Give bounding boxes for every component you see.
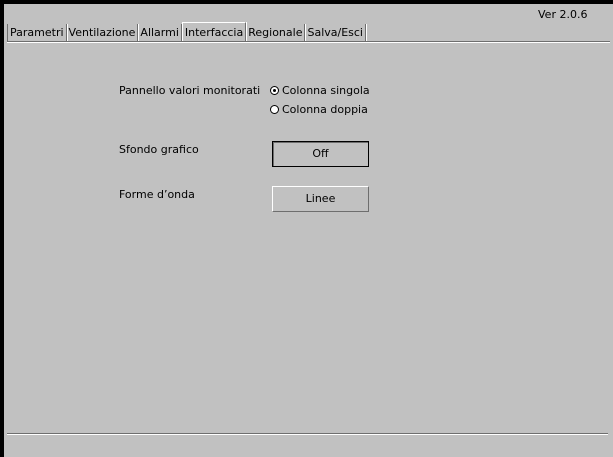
panel-top-highlight [7,42,610,43]
waveforms-button[interactable]: Linee [272,186,369,212]
tab-allarmi[interactable]: Allarmi [138,24,182,42]
panel-bottom-highlight [7,434,608,435]
version-label: Ver 2.0.6 [538,8,588,21]
settings-window: Ver 2.0.6 Parametri Ventilazione Allarmi… [0,0,613,457]
tab-interfaccia[interactable]: Interfaccia [181,22,247,43]
tab-parametri[interactable]: Parametri [7,24,67,42]
tab-ventilazione[interactable]: Ventilazione [67,24,139,42]
tab-regionale[interactable]: Regionale [246,24,306,42]
radio-double-column-indicator[interactable] [270,105,279,114]
graph-background-button[interactable]: Off [272,141,369,167]
radio-double-column-label: Colonna doppia [282,103,368,116]
radio-single-column[interactable]: Colonna singola [270,84,370,97]
top-border [0,0,613,4]
monitor-panel-label: Pannello valori monitorati [119,84,261,97]
waveforms-label: Forme d’onda [119,188,195,201]
graph-background-label: Sfondo grafico [119,143,199,156]
left-border [0,0,4,457]
radio-single-column-label: Colonna singola [282,84,370,97]
radio-double-column[interactable]: Colonna doppia [270,103,368,116]
tab-bar: Parametri Ventilazione Allarmi Interfacc… [7,22,366,43]
radio-single-column-indicator[interactable] [270,86,279,95]
tab-salva-esci[interactable]: Salva/Esci [305,24,366,42]
